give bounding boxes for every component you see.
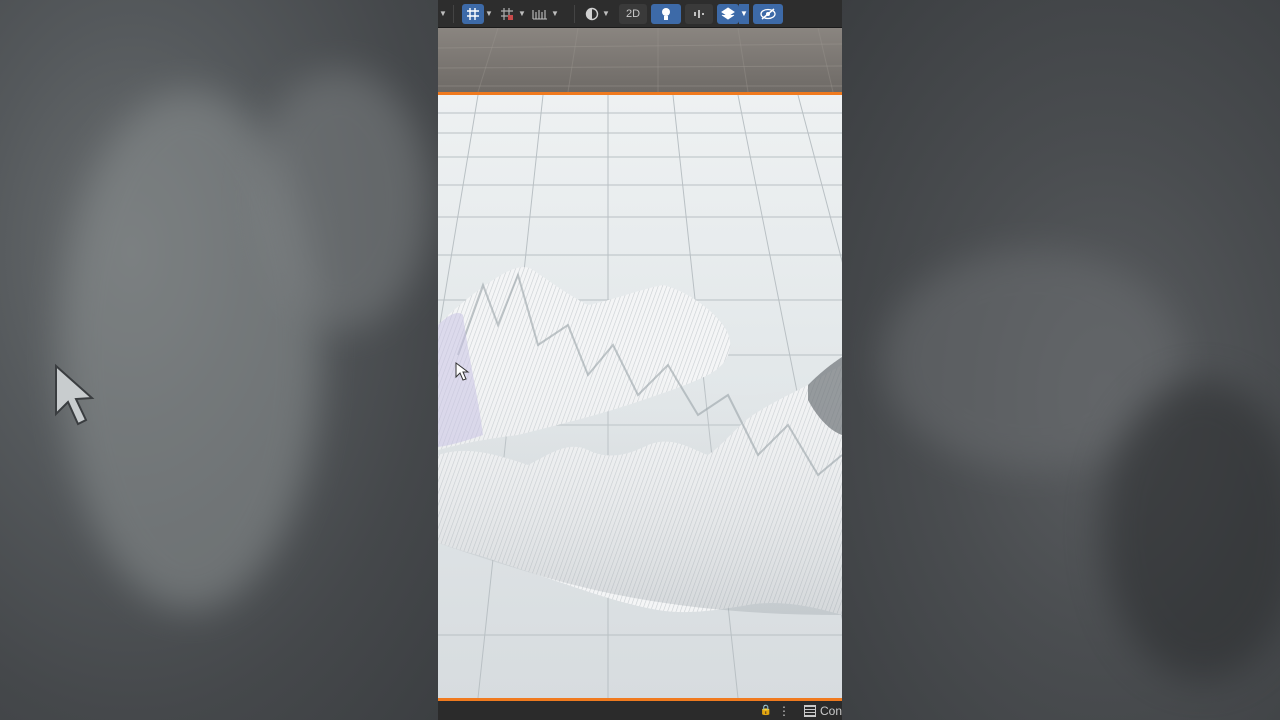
more-options-icon[interactable]: ⋮: [778, 704, 790, 718]
console-tab[interactable]: Con: [820, 704, 842, 718]
cursor-icon: [455, 362, 470, 381]
game-view[interactable]: [438, 95, 842, 698]
layers-icon: [721, 6, 735, 20]
shading-mode-button[interactable]: [583, 4, 601, 24]
blurred-right-panel: [842, 0, 1280, 720]
grid-dropdown[interactable]: ▼: [517, 9, 527, 18]
chevron-down-icon[interactable]: ▼: [438, 9, 448, 18]
lock-icon[interactable]: 🔒: [760, 705, 772, 716]
grid-snap-button[interactable]: [462, 3, 484, 24]
scene-toolbar: ▼ ▼ ▼ ▼ ▼ 2D ▼: [438, 0, 842, 28]
visibility-icon: [760, 7, 776, 20]
ruler-dropdown[interactable]: ▼: [550, 9, 560, 18]
status-bar: 🔒 ⋮ Con: [438, 701, 842, 720]
light-icon: [662, 7, 670, 20]
shading-icon: [585, 7, 599, 20]
blurred-left-panel: [0, 0, 438, 720]
editor-window: ▼ ▼ ▼ ▼ ▼ 2D ▼ 🔒 ⋮ Con: [438, 0, 842, 720]
ruler-icon: [532, 9, 547, 20]
lighting-toggle-button[interactable]: [651, 3, 681, 24]
blurred-cursor-icon: [55, 363, 95, 426]
scene-view-preview[interactable]: [438, 27, 842, 93]
grid-snap-icon: [467, 7, 479, 20]
grid-button[interactable]: [497, 4, 517, 24]
audio-toggle-button[interactable]: [685, 3, 713, 24]
ruler-button[interactable]: [530, 4, 550, 24]
toolbar-divider: [574, 4, 575, 23]
grid-icon: [501, 7, 513, 20]
terrain-render: [438, 95, 842, 698]
layers-button[interactable]: [717, 3, 739, 24]
grid-snap-dropdown[interactable]: ▼: [484, 9, 494, 18]
scene-grid: [438, 27, 842, 93]
visibility-toggle-button[interactable]: [753, 3, 783, 24]
blurred-hill: [250, 70, 430, 330]
shading-dropdown[interactable]: ▼: [601, 9, 611, 18]
layers-dropdown[interactable]: ▼: [739, 3, 749, 24]
toolbar-divider: [453, 4, 454, 23]
audio-icon: [694, 9, 704, 18]
2d-toggle-button[interactable]: 2D: [619, 3, 647, 24]
console-icon: [803, 704, 816, 717]
